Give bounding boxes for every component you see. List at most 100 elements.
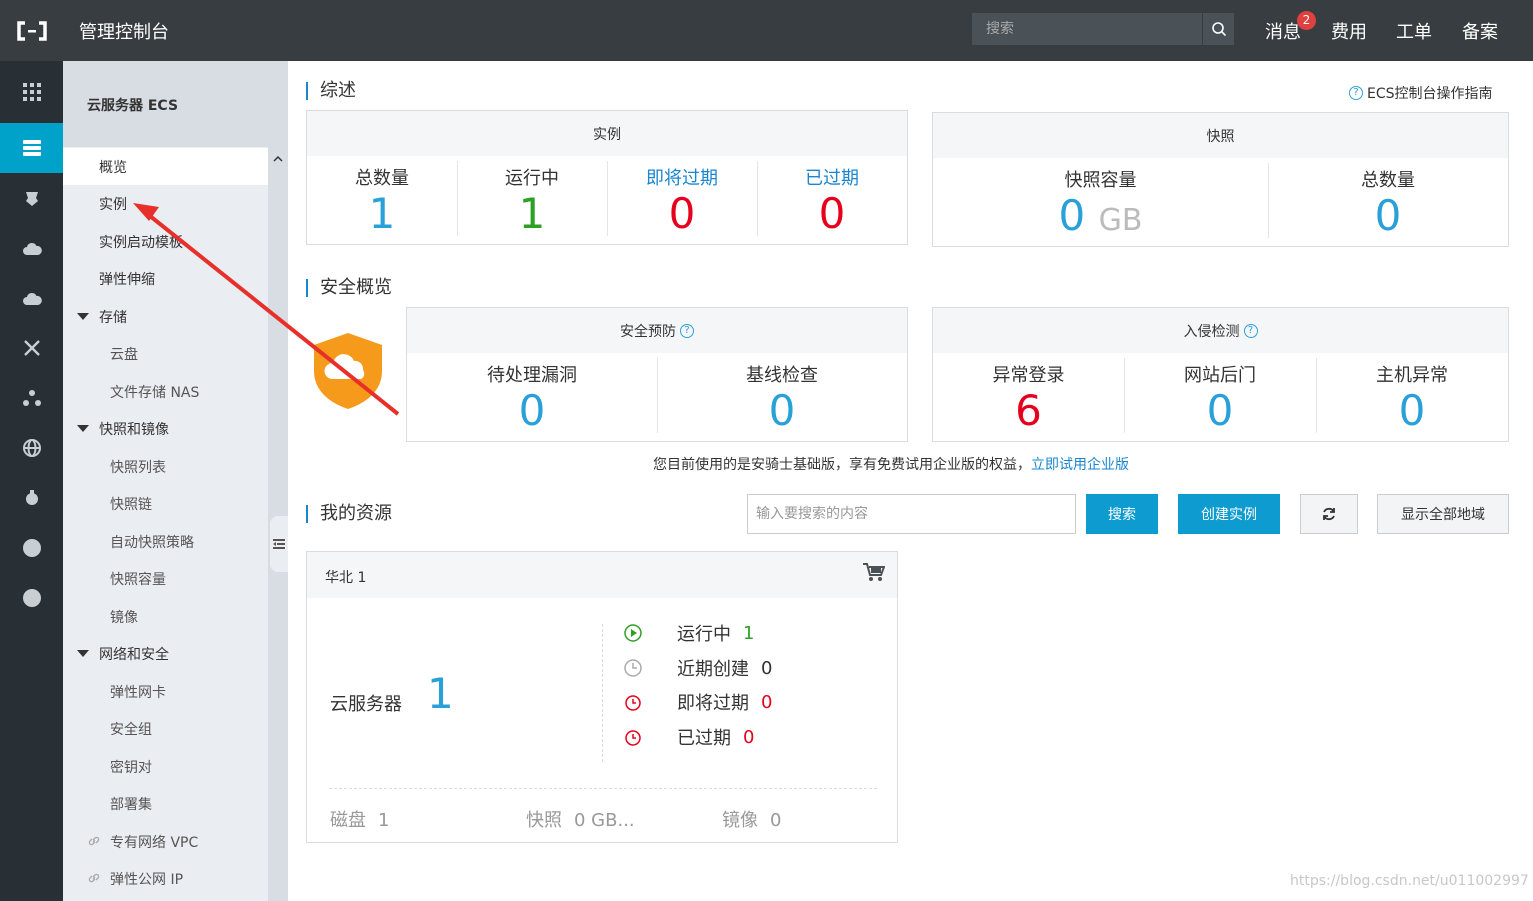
refresh-button[interactable]: [1300, 494, 1358, 534]
vulnerability-cell[interactable]: 待处理漏洞 0: [407, 353, 657, 441]
baseline-check-value: 0: [768, 386, 796, 435]
alarm-clock-icon: [625, 730, 641, 746]
stat-recent[interactable]: 近期创建 0: [623, 655, 772, 681]
footer-disk[interactable]: 磁盘 1: [330, 806, 389, 832]
footer-snapshot[interactable]: 快照 0 GB...: [526, 806, 635, 832]
circle-dot-icon[interactable]: [0, 523, 63, 573]
cloud-storage-icon[interactable]: [0, 223, 63, 273]
intrusion-panel-head: 入侵检测 ?: [933, 308, 1508, 353]
sidebar-item-19[interactable]: 弹性公网 IP: [63, 860, 268, 897]
sidebar-item-label: 网络和安全: [99, 646, 169, 663]
database-icon[interactable]: [0, 173, 63, 223]
play-circle-icon: [624, 624, 642, 642]
sidebar-item-label: 镜像: [110, 609, 138, 626]
sidebar-item-4[interactable]: 存储: [63, 298, 268, 335]
sidebar-item-label: 安全组: [110, 721, 152, 738]
sidebar-item-label: 快照链: [110, 496, 152, 513]
nav-tickets[interactable]: 工单: [1396, 18, 1432, 44]
sidebar-item-7[interactable]: 快照和镜像: [63, 410, 268, 447]
sidebar-header: 云服务器 ECS: [63, 61, 288, 147]
sidebar-item-11[interactable]: 快照容量: [63, 560, 268, 597]
instance-expiring-cell[interactable]: 即将过期 0: [607, 156, 757, 244]
resource-search-input[interactable]: [747, 494, 1076, 534]
abnormal-login-value: 6: [1015, 386, 1042, 435]
top-search-input[interactable]: [972, 13, 1202, 45]
shopping-cart-icon[interactable]: [863, 563, 886, 587]
snapshot-total-cell[interactable]: 总数量 0: [1268, 158, 1508, 246]
cluster-nodes-icon[interactable]: [0, 373, 63, 423]
sidebar-item-label: 实例: [99, 196, 127, 213]
sidebar-item-14[interactable]: 弹性网卡: [63, 673, 268, 710]
prevention-panel-head: 安全预防 ?: [407, 308, 907, 353]
snapshot-total-label: 总数量: [1361, 170, 1415, 191]
sidebar-item-9[interactable]: 快照链: [63, 485, 268, 522]
alarm-clock-icon: [625, 695, 641, 711]
snapshot-panel-title: 快照: [1206, 128, 1235, 145]
scroll-up-chevron-icon[interactable]: [268, 147, 288, 169]
trial-enterprise-link[interactable]: 立即试用企业版: [1031, 457, 1129, 473]
footer-image[interactable]: 镜像 0: [722, 806, 781, 832]
resource-search-button[interactable]: 搜索: [1086, 494, 1158, 534]
security-bug-icon[interactable]: [0, 473, 63, 523]
sidebar-item-10[interactable]: 自动快照策略: [63, 523, 268, 560]
host-anomaly-cell[interactable]: 主机异常 0: [1316, 353, 1508, 441]
console-title[interactable]: 管理控制台: [79, 18, 169, 44]
help-question-icon[interactable]: ?: [680, 323, 694, 338]
sidebar-item-12[interactable]: 镜像: [63, 598, 268, 635]
sidebar-item-17[interactable]: 部署集: [63, 785, 268, 822]
snapshot-total-value: 0: [1374, 191, 1402, 240]
external-link-icon: [88, 836, 100, 846]
instance-expired-cell[interactable]: 已过期 0: [757, 156, 907, 244]
nav-filing[interactable]: 备案: [1462, 18, 1498, 44]
sidebar-item-18[interactable]: 专有网络 VPC: [63, 823, 268, 860]
instance-expired-label[interactable]: 已过期: [757, 164, 907, 190]
webshell-cell[interactable]: 网站后门 0: [1124, 353, 1316, 441]
help-question-icon[interactable]: ?: [1243, 323, 1258, 338]
sidebar-item-6[interactable]: 文件存储 NAS: [63, 373, 268, 410]
sidebar-item-3[interactable]: 弹性伸缩: [63, 260, 268, 297]
network-cross-icon[interactable]: [0, 323, 63, 373]
external-link-icon: [88, 873, 100, 883]
console-guide-link[interactable]: ? ECS控制台操作指南: [1349, 83, 1493, 103]
sidebar-item-13[interactable]: 网络和安全: [63, 635, 268, 672]
aliyun-logo-icon[interactable]: [0, 0, 63, 61]
host-anomaly-value: 0: [1398, 386, 1426, 435]
create-instance-button[interactable]: 创建实例: [1178, 494, 1280, 534]
stat-expiring[interactable]: 即将过期 0: [623, 689, 772, 715]
stat-expired[interactable]: 已过期 0: [623, 724, 754, 750]
sidebar-item-label: 概览: [99, 159, 127, 176]
instance-expiring-label[interactable]: 即将过期: [607, 164, 757, 190]
nav-billing[interactable]: 费用: [1331, 18, 1367, 44]
region-card-head: 华北 1: [307, 552, 897, 598]
sidebar-item-0[interactable]: 概览: [63, 148, 268, 185]
ecs-server-icon[interactable]: [0, 123, 63, 173]
stat-running[interactable]: 运行中 1: [623, 620, 754, 646]
sidebar-item-8[interactable]: 快照列表: [63, 448, 268, 485]
sidebar-item-1[interactable]: 实例: [63, 185, 268, 222]
cdn-cloud-icon[interactable]: [0, 273, 63, 323]
instance-total-cell[interactable]: 总数量 1: [307, 156, 457, 244]
server-count[interactable]: 1: [427, 670, 454, 718]
sidebar-item-2[interactable]: 实例启动模板: [63, 223, 268, 260]
sidebar-item-label: 快照和镜像: [99, 421, 169, 438]
sidebar-item-16[interactable]: 密钥对: [63, 748, 268, 785]
globe-icon[interactable]: [0, 423, 63, 473]
sidebar-item-label: 弹性伸缩: [99, 271, 155, 288]
show-all-regions-button[interactable]: 显示全部地域: [1377, 494, 1509, 534]
top-search-box: [972, 13, 1234, 45]
snapshot-capacity-cell[interactable]: 快照容量 0 GB: [933, 158, 1268, 246]
sidebar-collapse-toggle[interactable]: [270, 516, 288, 572]
sidebar-item-15[interactable]: 安全组: [63, 710, 268, 747]
circle-dot-icon-2[interactable]: [0, 573, 63, 623]
sidebar-item-5[interactable]: 云盘: [63, 335, 268, 372]
instance-running-cell[interactable]: 运行中 1: [457, 156, 607, 244]
footer-disk-value: 1: [378, 810, 390, 831]
sidebar-item-label: 实例启动模板: [99, 234, 183, 251]
help-question-icon: ?: [1349, 86, 1363, 100]
caret-down-icon: [77, 650, 89, 657]
nav-messages[interactable]: 消息: [1265, 18, 1301, 44]
grid-apps-icon[interactable]: [0, 67, 63, 117]
search-icon[interactable]: [1202, 13, 1234, 45]
abnormal-login-cell[interactable]: 异常登录 6: [933, 353, 1124, 441]
baseline-check-cell[interactable]: 基线检查 0: [657, 353, 907, 441]
